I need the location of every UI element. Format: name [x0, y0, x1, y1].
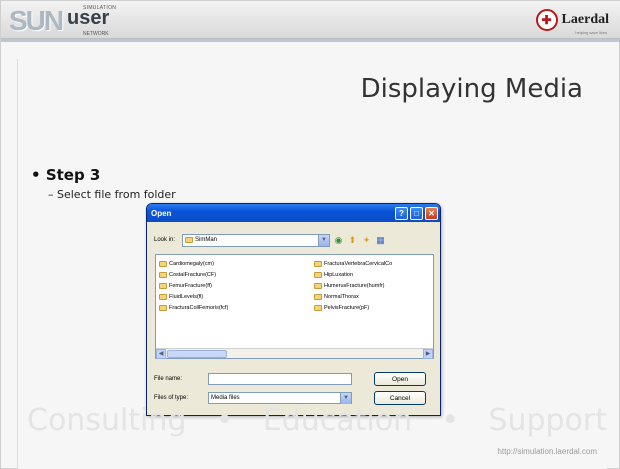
back-arrow-icon[interactable]: ◉	[333, 235, 344, 246]
laerdal-tagline: helping save lives	[575, 30, 607, 35]
folder-icon	[159, 260, 167, 267]
footer-url: http://simulation.laerdal.com	[497, 447, 597, 456]
horizontal-scrollbar[interactable]: ◀ ▶	[156, 348, 433, 359]
slide: SUN SIMULATION user NETWORK ✚ Laerdal he…	[0, 0, 620, 469]
sub-bullet-text: Select file from folder	[57, 188, 176, 201]
scroll-right-icon[interactable]: ▶	[423, 348, 433, 359]
sub-bullet: – Select file from folder	[48, 188, 176, 201]
folder-icon	[314, 282, 322, 289]
header-bar: SUN SIMULATION user NETWORK ✚ Laerdal he…	[1, 1, 620, 39]
folder-icon	[314, 304, 322, 311]
file-column-right: FracturaVertebraCervicalCo HipLuxation H…	[314, 258, 392, 313]
header-accent-line	[1, 39, 620, 42]
file-name-label: File name:	[154, 376, 183, 382]
footer-watermark: Consulting • Education • Support	[27, 403, 607, 438]
folder-icon	[159, 282, 167, 289]
file-column-left: Cardiomegaly(cm) CostalFracture(CF) Femu…	[159, 258, 228, 313]
laerdal-logo: ✚ Laerdal	[535, 9, 609, 31]
dialog-title: Open	[151, 208, 172, 218]
watermark-dot: •	[441, 403, 460, 438]
maximize-button[interactable]: □	[410, 206, 423, 220]
file-type-label: Files of type:	[154, 395, 189, 401]
list-item[interactable]: FemurFracture(ff)	[159, 280, 228, 291]
list-item[interactable]: FracturaVertebraCervicalCo	[314, 258, 392, 269]
look-in-row: Look in: SimMan ▼ ◉ ⬆ ✦ ▦	[154, 233, 435, 247]
logo-network-text: NETWORK	[83, 31, 109, 37]
list-item[interactable]: PelvisFracture(pF)	[314, 302, 392, 313]
file-list[interactable]: Cardiomegaly(cm) CostalFracture(CF) Femu…	[155, 254, 434, 359]
list-item[interactable]: FluidLevels(fl)	[159, 291, 228, 302]
watermark-education: Education	[262, 403, 413, 438]
list-item[interactable]: HipLuxation	[314, 269, 392, 280]
slide-title: Displaying Media	[360, 74, 583, 104]
logo-user-text: user	[67, 7, 110, 29]
views-menu-icon[interactable]: ▦	[375, 235, 386, 246]
step-bullet: • Step 3	[31, 166, 101, 184]
folder-icon	[159, 293, 167, 300]
folder-icon	[159, 304, 167, 311]
help-button[interactable]: ?	[395, 206, 408, 220]
sun-logo: SUN	[9, 5, 64, 36]
list-item[interactable]: CostalFracture(CF)	[159, 269, 228, 280]
new-folder-icon[interactable]: ✦	[361, 235, 372, 246]
folder-icon	[314, 260, 322, 267]
file-type-value: Media files	[211, 395, 240, 401]
step-bullet-text: Step 3	[45, 166, 101, 184]
list-item[interactable]: NormalThorax	[314, 291, 392, 302]
scroll-left-icon[interactable]: ◀	[156, 348, 166, 359]
file-name-input[interactable]	[208, 373, 352, 385]
chevron-down-icon[interactable]: ▼	[318, 234, 329, 246]
chevron-down-icon[interactable]: ▼	[340, 392, 351, 404]
watermark-consulting: Consulting	[27, 403, 187, 438]
watermark-support: Support	[488, 403, 607, 438]
close-button[interactable]: ✕	[425, 206, 438, 220]
dialog-titlebar[interactable]: Open ? □ ✕	[147, 204, 440, 222]
folder-icon	[159, 271, 167, 278]
look-in-value: SimMan	[195, 237, 218, 243]
up-folder-icon[interactable]: ⬆	[347, 235, 358, 246]
open-button[interactable]: Open	[374, 372, 426, 386]
file-name-row: File name: Open	[154, 372, 435, 386]
laerdal-brand: Laerdal	[561, 12, 609, 27]
list-item[interactable]: HumerusFracture(humfr)	[314, 280, 392, 291]
folder-icon	[314, 271, 322, 278]
laerdal-emblem-icon: ✚	[535, 9, 558, 31]
look-in-dropdown[interactable]: SimMan ▼	[182, 233, 330, 247]
list-item[interactable]: FracturaCollFemoris(fcf)	[159, 302, 228, 313]
watermark-dot: •	[215, 403, 234, 438]
list-item[interactable]: Cardiomegaly(cm)	[159, 258, 228, 269]
folder-icon	[185, 237, 193, 243]
look-in-label: Look in:	[154, 237, 176, 243]
open-dialog: Open ? □ ✕ Look in: SimMan ▼ ◉ ⬆ ✦ ▦ Car…	[146, 203, 441, 416]
scroll-thumb[interactable]	[167, 349, 227, 358]
folder-icon	[314, 293, 322, 300]
